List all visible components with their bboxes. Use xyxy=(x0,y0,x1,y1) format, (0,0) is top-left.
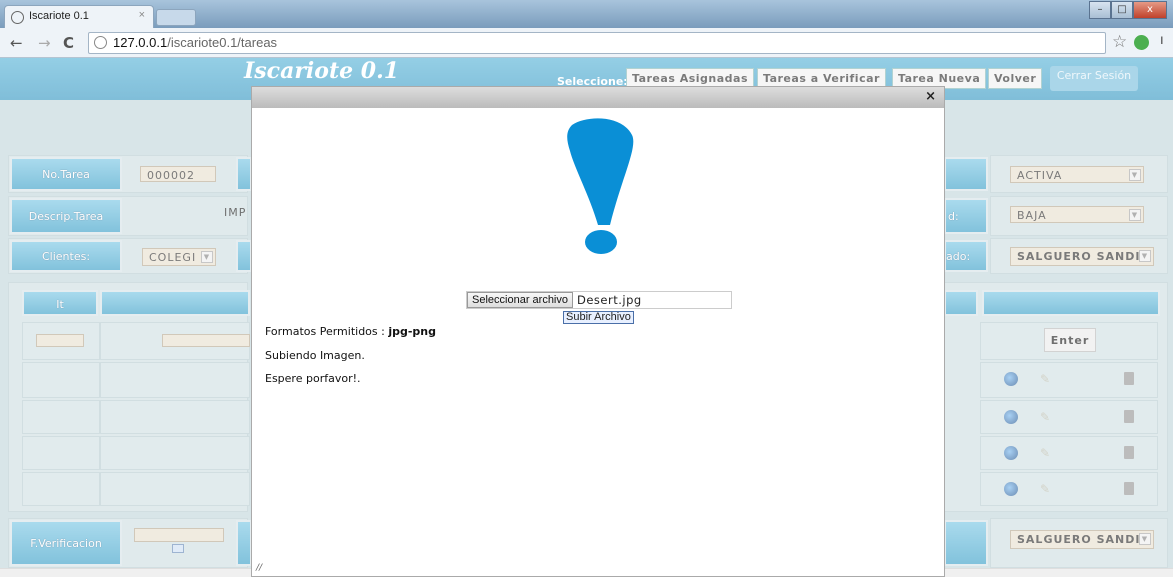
back-arrow-icon[interactable]: ← xyxy=(10,34,23,52)
star-icon[interactable]: ☆ xyxy=(1112,32,1127,52)
formats-line: Formatos Permitidos : jpg-png xyxy=(265,325,436,338)
wrench-icon[interactable]: ı xyxy=(1160,33,1164,48)
reload-icon[interactable]: C xyxy=(63,34,74,52)
upload-button[interactable]: Subir Archivo xyxy=(563,311,634,324)
new-tab-button[interactable] xyxy=(156,9,196,26)
formats-label: Formatos Permitidos : xyxy=(265,325,389,338)
upload-modal: × Seleccionar archivo Desert.jpg Subir A… xyxy=(251,86,945,577)
exclamation-icon xyxy=(567,118,634,254)
browser-tab[interactable]: Iscariote 0.1 × xyxy=(4,5,154,28)
maximize-button[interactable]: □ xyxy=(1111,1,1133,19)
tab-close-icon[interactable]: × xyxy=(139,9,145,21)
upload-status: Subiendo Imagen. xyxy=(265,349,365,362)
modal-titlebar[interactable] xyxy=(252,87,944,108)
url-input[interactable]: 127.0.0.1/iscariote0.1/tareas xyxy=(88,32,1106,54)
wait-message: Espere porfavor!. xyxy=(265,372,361,385)
url-host: 127.0.0.1 xyxy=(113,35,168,50)
forward-arrow-icon[interactable]: → xyxy=(38,34,51,52)
minimize-button[interactable]: – xyxy=(1089,1,1111,19)
close-window-button[interactable]: x xyxy=(1133,1,1167,19)
globe-icon xyxy=(11,11,24,24)
formats-value: jpg-png xyxy=(388,325,437,338)
extension-icon[interactable] xyxy=(1134,35,1149,50)
resize-handle-icon[interactable]: // xyxy=(256,563,262,573)
window-controls: – □ x xyxy=(1089,1,1167,19)
page-icon xyxy=(94,36,107,49)
address-bar-row: ← → C 127.0.0.1/iscariote0.1/tareas ☆ ı xyxy=(0,28,1173,58)
file-input[interactable]: Seleccionar archivo Desert.jpg xyxy=(466,291,732,309)
url-path: /iscariote0.1/tareas xyxy=(167,35,278,50)
tab-title: Iscariote 0.1 xyxy=(29,10,89,22)
choose-file-button[interactable]: Seleccionar archivo xyxy=(467,292,573,308)
file-name: Desert.jpg xyxy=(577,293,642,307)
close-icon[interactable]: × xyxy=(925,89,936,104)
